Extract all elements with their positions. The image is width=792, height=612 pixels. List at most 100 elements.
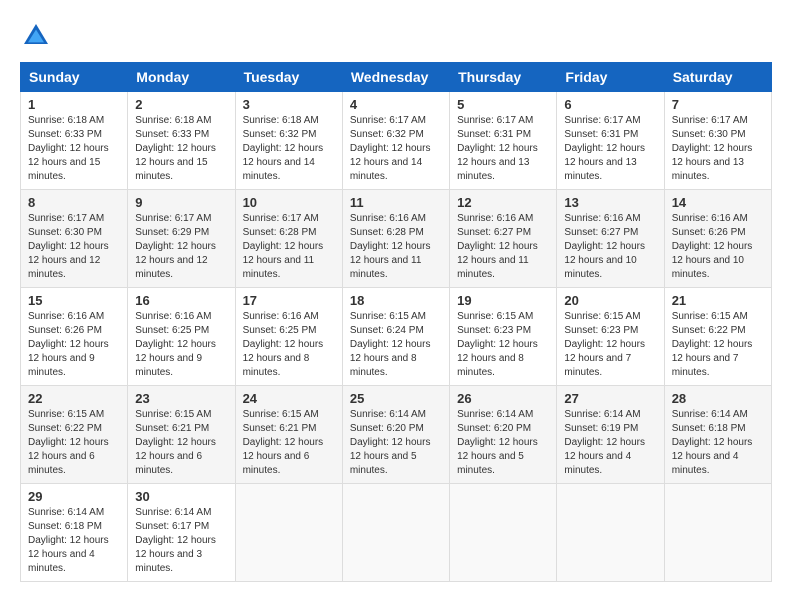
calendar-day-cell: 28 Sunrise: 6:14 AM Sunset: 6:18 PM Dayl… [664, 386, 771, 484]
day-info: Sunrise: 6:17 AM Sunset: 6:30 PM Dayligh… [672, 114, 764, 184]
day-info: Sunrise: 6:15 AM Sunset: 6:22 PM Dayligh… [672, 310, 764, 380]
calendar-day-cell: 4 Sunrise: 6:17 AM Sunset: 6:32 PM Dayli… [342, 92, 449, 190]
day-info: Sunrise: 6:17 AM Sunset: 6:32 PM Dayligh… [350, 114, 442, 184]
calendar-week-row: 1 Sunrise: 6:18 AM Sunset: 6:33 PM Dayli… [21, 92, 772, 190]
calendar-header-saturday: Saturday [664, 63, 771, 92]
calendar-header-tuesday: Tuesday [235, 63, 342, 92]
day-number: 12 [457, 195, 549, 210]
calendar-day-cell: 7 Sunrise: 6:17 AM Sunset: 6:30 PM Dayli… [664, 92, 771, 190]
day-info: Sunrise: 6:16 AM Sunset: 6:27 PM Dayligh… [564, 212, 656, 282]
calendar-week-row: 29 Sunrise: 6:14 AM Sunset: 6:18 PM Dayl… [21, 484, 772, 582]
day-number: 25 [350, 391, 442, 406]
calendar-day-cell: 8 Sunrise: 6:17 AM Sunset: 6:30 PM Dayli… [21, 190, 128, 288]
day-info: Sunrise: 6:14 AM Sunset: 6:20 PM Dayligh… [350, 408, 442, 478]
calendar-day-cell: 21 Sunrise: 6:15 AM Sunset: 6:22 PM Dayl… [664, 288, 771, 386]
day-info: Sunrise: 6:18 AM Sunset: 6:33 PM Dayligh… [28, 114, 120, 184]
calendar-day-cell: 10 Sunrise: 6:17 AM Sunset: 6:28 PM Dayl… [235, 190, 342, 288]
calendar-day-cell: 26 Sunrise: 6:14 AM Sunset: 6:20 PM Dayl… [450, 386, 557, 484]
calendar-header-friday: Friday [557, 63, 664, 92]
day-info: Sunrise: 6:17 AM Sunset: 6:30 PM Dayligh… [28, 212, 120, 282]
day-info: Sunrise: 6:14 AM Sunset: 6:18 PM Dayligh… [28, 506, 120, 576]
calendar-day-cell: 14 Sunrise: 6:16 AM Sunset: 6:26 PM Dayl… [664, 190, 771, 288]
calendar-day-cell [664, 484, 771, 582]
day-number: 15 [28, 293, 120, 308]
calendar-day-cell: 27 Sunrise: 6:14 AM Sunset: 6:19 PM Dayl… [557, 386, 664, 484]
day-info: Sunrise: 6:16 AM Sunset: 6:26 PM Dayligh… [28, 310, 120, 380]
day-number: 16 [135, 293, 227, 308]
calendar-day-cell [450, 484, 557, 582]
day-info: Sunrise: 6:14 AM Sunset: 6:17 PM Dayligh… [135, 506, 227, 576]
calendar-day-cell: 12 Sunrise: 6:16 AM Sunset: 6:27 PM Dayl… [450, 190, 557, 288]
day-info: Sunrise: 6:17 AM Sunset: 6:31 PM Dayligh… [457, 114, 549, 184]
day-number: 2 [135, 97, 227, 112]
day-number: 20 [564, 293, 656, 308]
calendar-table: SundayMondayTuesdayWednesdayThursdayFrid… [20, 62, 772, 582]
calendar-day-cell: 30 Sunrise: 6:14 AM Sunset: 6:17 PM Dayl… [128, 484, 235, 582]
day-info: Sunrise: 6:17 AM Sunset: 6:31 PM Dayligh… [564, 114, 656, 184]
calendar-week-row: 22 Sunrise: 6:15 AM Sunset: 6:22 PM Dayl… [21, 386, 772, 484]
day-number: 9 [135, 195, 227, 210]
calendar-day-cell: 11 Sunrise: 6:16 AM Sunset: 6:28 PM Dayl… [342, 190, 449, 288]
calendar-day-cell: 20 Sunrise: 6:15 AM Sunset: 6:23 PM Dayl… [557, 288, 664, 386]
calendar-day-cell [557, 484, 664, 582]
calendar-header-wednesday: Wednesday [342, 63, 449, 92]
day-number: 13 [564, 195, 656, 210]
calendar-header-monday: Monday [128, 63, 235, 92]
day-info: Sunrise: 6:18 AM Sunset: 6:32 PM Dayligh… [243, 114, 335, 184]
day-info: Sunrise: 6:16 AM Sunset: 6:28 PM Dayligh… [350, 212, 442, 282]
calendar-header-thursday: Thursday [450, 63, 557, 92]
day-number: 17 [243, 293, 335, 308]
day-info: Sunrise: 6:16 AM Sunset: 6:25 PM Dayligh… [243, 310, 335, 380]
calendar-day-cell: 24 Sunrise: 6:15 AM Sunset: 6:21 PM Dayl… [235, 386, 342, 484]
day-info: Sunrise: 6:16 AM Sunset: 6:26 PM Dayligh… [672, 212, 764, 282]
day-number: 28 [672, 391, 764, 406]
calendar-day-cell: 29 Sunrise: 6:14 AM Sunset: 6:18 PM Dayl… [21, 484, 128, 582]
day-info: Sunrise: 6:17 AM Sunset: 6:28 PM Dayligh… [243, 212, 335, 282]
day-info: Sunrise: 6:15 AM Sunset: 6:23 PM Dayligh… [564, 310, 656, 380]
calendar-day-cell: 16 Sunrise: 6:16 AM Sunset: 6:25 PM Dayl… [128, 288, 235, 386]
day-number: 21 [672, 293, 764, 308]
day-number: 10 [243, 195, 335, 210]
day-number: 6 [564, 97, 656, 112]
calendar-day-cell: 9 Sunrise: 6:17 AM Sunset: 6:29 PM Dayli… [128, 190, 235, 288]
day-info: Sunrise: 6:15 AM Sunset: 6:21 PM Dayligh… [135, 408, 227, 478]
day-number: 8 [28, 195, 120, 210]
day-info: Sunrise: 6:15 AM Sunset: 6:23 PM Dayligh… [457, 310, 549, 380]
calendar-day-cell: 3 Sunrise: 6:18 AM Sunset: 6:32 PM Dayli… [235, 92, 342, 190]
day-number: 14 [672, 195, 764, 210]
day-number: 7 [672, 97, 764, 112]
day-number: 1 [28, 97, 120, 112]
day-number: 5 [457, 97, 549, 112]
calendar-header-sunday: Sunday [21, 63, 128, 92]
day-info: Sunrise: 6:15 AM Sunset: 6:21 PM Dayligh… [243, 408, 335, 478]
day-info: Sunrise: 6:14 AM Sunset: 6:18 PM Dayligh… [672, 408, 764, 478]
calendar-day-cell: 18 Sunrise: 6:15 AM Sunset: 6:24 PM Dayl… [342, 288, 449, 386]
day-info: Sunrise: 6:14 AM Sunset: 6:20 PM Dayligh… [457, 408, 549, 478]
day-number: 23 [135, 391, 227, 406]
day-info: Sunrise: 6:16 AM Sunset: 6:25 PM Dayligh… [135, 310, 227, 380]
page-header [20, 20, 772, 52]
day-number: 18 [350, 293, 442, 308]
calendar-week-row: 8 Sunrise: 6:17 AM Sunset: 6:30 PM Dayli… [21, 190, 772, 288]
calendar-day-cell: 5 Sunrise: 6:17 AM Sunset: 6:31 PM Dayli… [450, 92, 557, 190]
calendar-header-row: SundayMondayTuesdayWednesdayThursdayFrid… [21, 63, 772, 92]
calendar-day-cell: 2 Sunrise: 6:18 AM Sunset: 6:33 PM Dayli… [128, 92, 235, 190]
day-info: Sunrise: 6:15 AM Sunset: 6:22 PM Dayligh… [28, 408, 120, 478]
calendar-day-cell [235, 484, 342, 582]
day-info: Sunrise: 6:15 AM Sunset: 6:24 PM Dayligh… [350, 310, 442, 380]
logo-icon [20, 20, 52, 52]
day-number: 27 [564, 391, 656, 406]
day-info: Sunrise: 6:17 AM Sunset: 6:29 PM Dayligh… [135, 212, 227, 282]
logo [20, 20, 56, 52]
day-number: 26 [457, 391, 549, 406]
calendar-day-cell: 22 Sunrise: 6:15 AM Sunset: 6:22 PM Dayl… [21, 386, 128, 484]
calendar-day-cell: 17 Sunrise: 6:16 AM Sunset: 6:25 PM Dayl… [235, 288, 342, 386]
day-info: Sunrise: 6:18 AM Sunset: 6:33 PM Dayligh… [135, 114, 227, 184]
day-number: 11 [350, 195, 442, 210]
calendar-day-cell: 15 Sunrise: 6:16 AM Sunset: 6:26 PM Dayl… [21, 288, 128, 386]
calendar-day-cell: 1 Sunrise: 6:18 AM Sunset: 6:33 PM Dayli… [21, 92, 128, 190]
calendar-day-cell: 19 Sunrise: 6:15 AM Sunset: 6:23 PM Dayl… [450, 288, 557, 386]
calendar-day-cell: 23 Sunrise: 6:15 AM Sunset: 6:21 PM Dayl… [128, 386, 235, 484]
day-info: Sunrise: 6:16 AM Sunset: 6:27 PM Dayligh… [457, 212, 549, 282]
day-number: 22 [28, 391, 120, 406]
